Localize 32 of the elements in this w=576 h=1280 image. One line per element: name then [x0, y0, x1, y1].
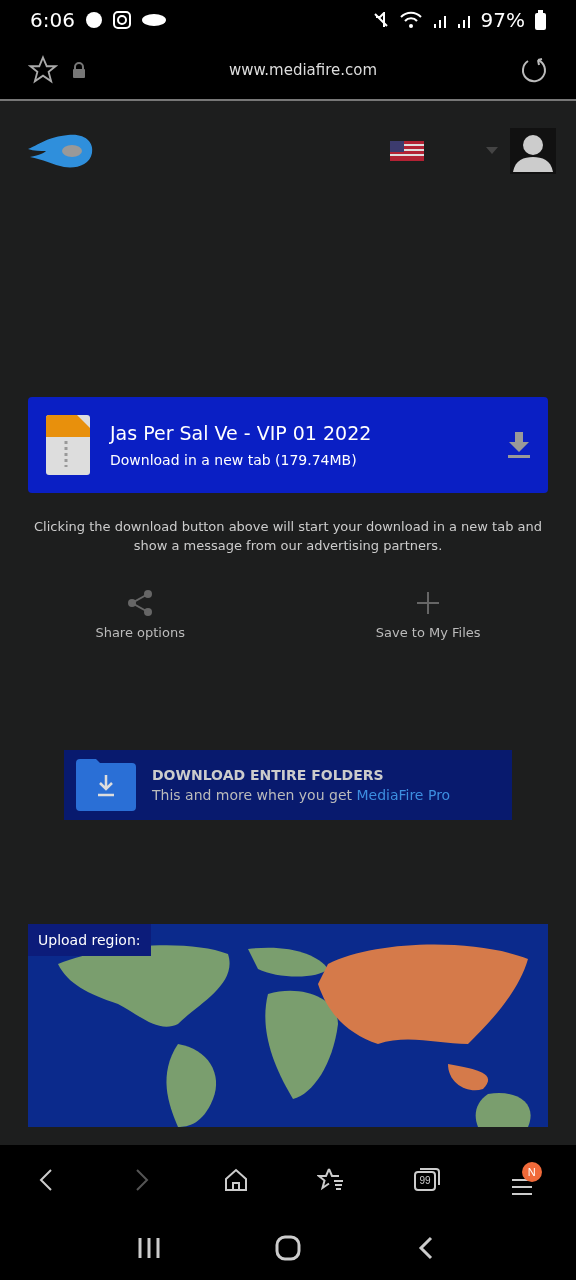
folder-download-icon [76, 759, 136, 811]
battery-icon [535, 10, 546, 30]
flame-logo[interactable] [28, 133, 94, 169]
file-name: Jas Per Sal Ve - VIP 01 2022 [110, 422, 373, 444]
download-size: Download in a new tab (179.74MB) [110, 452, 358, 468]
battery-percent: 97% [480, 8, 525, 32]
clock: 6:06 [30, 8, 75, 32]
mute-icon [372, 12, 389, 28]
share-icon [126, 589, 155, 617]
wifi-icon [398, 11, 423, 29]
download-button[interactable]: Jas Per Sal Ve - VIP 01 2022 Download in a new tab (179.74MB) [28, 397, 548, 493]
promo-text: This and more when you get MediaFire Pro [152, 787, 451, 803]
address-url[interactable]: www.mediafire.com [100, 60, 506, 79]
reload-icon[interactable] [520, 55, 548, 84]
upload-region-label: Upload region: [28, 924, 151, 956]
bookmarks-button[interactable] [317, 1167, 346, 1193]
menu-icon [509, 1176, 534, 1198]
download-notice: Clicking the download button above will start your download in a new tab and show a message from our advertising partners. [32, 518, 543, 555]
lock-icon [72, 61, 86, 78]
flag-icon[interactable] [390, 141, 424, 161]
home-nav-button[interactable] [274, 1233, 302, 1262]
star-icon[interactable] [28, 54, 58, 85]
save-button[interactable]: Save to My Files [375, 589, 481, 640]
zip-file-icon [46, 415, 90, 475]
download-icon [508, 432, 530, 458]
camera-app-icon [112, 11, 131, 29]
promo-title: DOWNLOAD ENTIRE FOLDERS [152, 767, 385, 783]
share-button[interactable]: Share options [95, 589, 185, 640]
promo-banner[interactable]: DOWNLOAD ENTIRE FOLDERS This and more when you get MediaFire Pro [64, 750, 512, 820]
home-button[interactable] [222, 1167, 249, 1193]
pro-link[interactable]: MediaFire Pro [356, 787, 451, 803]
avatar-icon[interactable] [510, 128, 556, 174]
